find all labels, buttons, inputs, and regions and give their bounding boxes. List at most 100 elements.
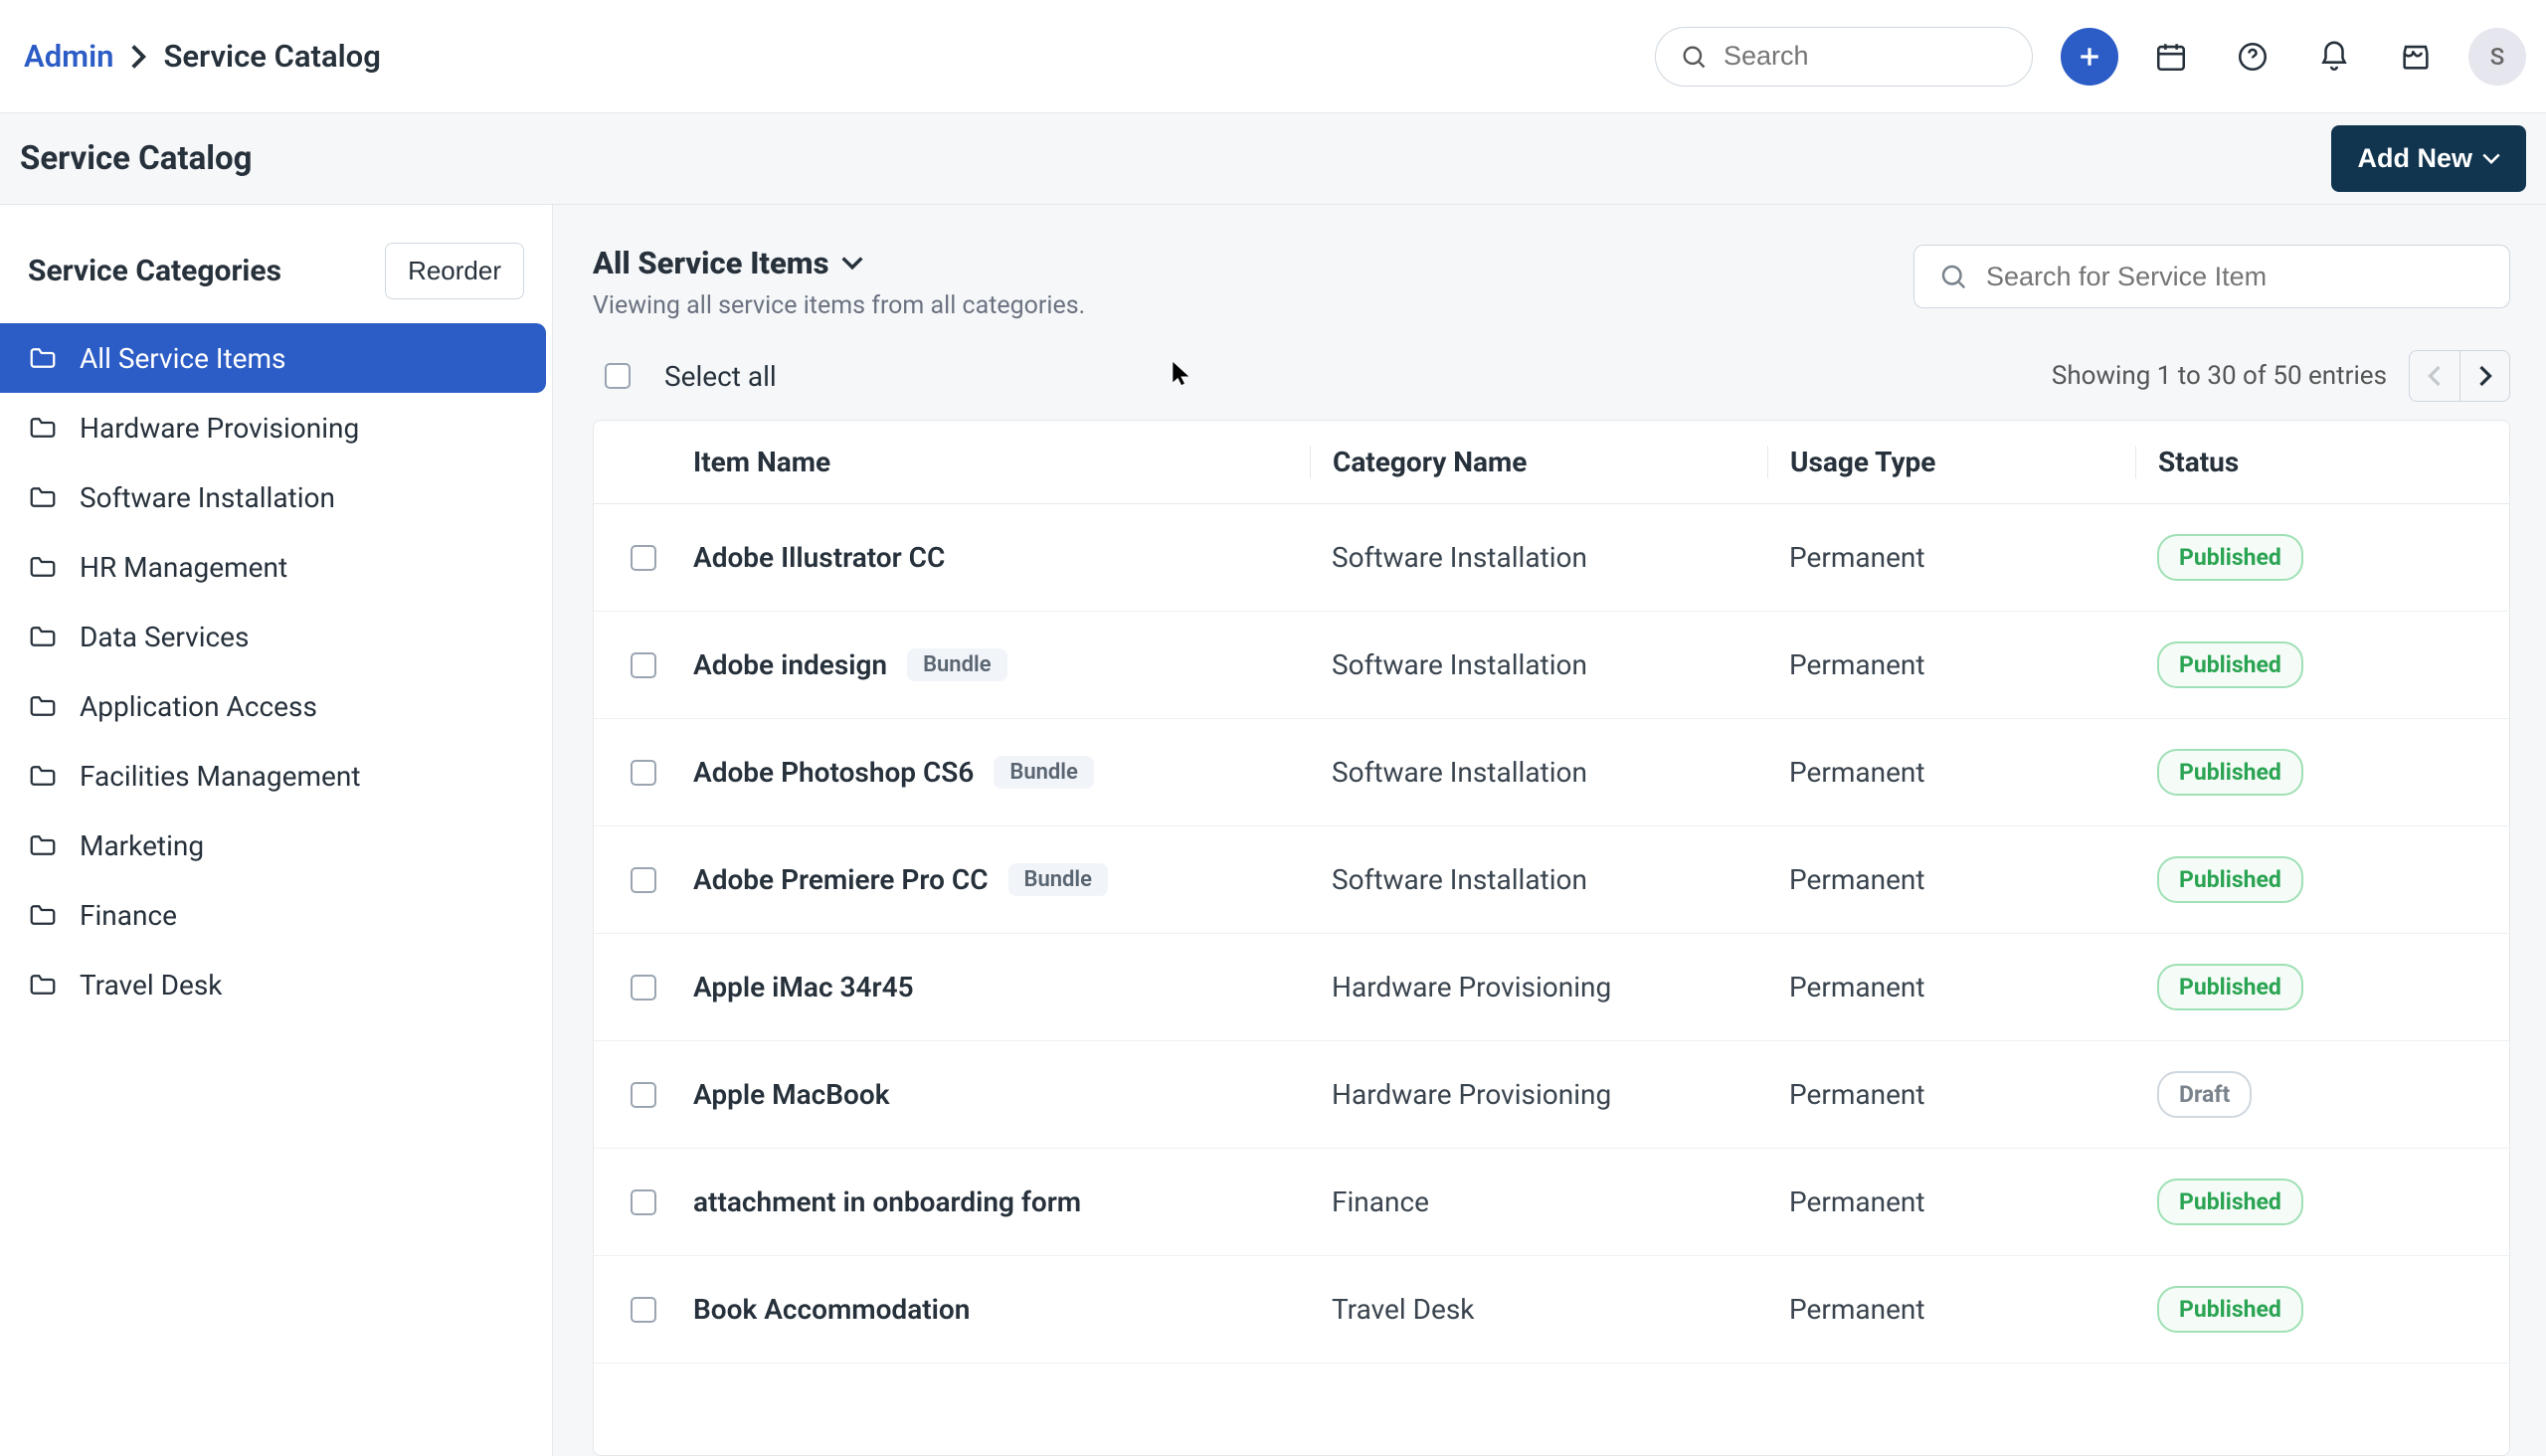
breadcrumb: Admin Service Catalog [24, 38, 381, 75]
table-body: Adobe Illustrator CC Software Installatio… [594, 504, 2509, 1455]
table-header: Item Name Category Name Usage Type Statu… [594, 421, 2509, 504]
row-checkbox[interactable] [631, 1082, 656, 1108]
item-name: Apple MacBook [693, 1078, 890, 1111]
folder-icon [28, 761, 58, 791]
pager-next[interactable] [2459, 351, 2509, 401]
bundle-badge: Bundle [994, 756, 1093, 789]
item-name: Adobe indesign [693, 648, 887, 681]
item-category: Hardware Provisioning [1310, 1078, 1767, 1111]
item-usage: Permanent [1767, 648, 2135, 681]
folder-icon [28, 830, 58, 860]
add-new-button[interactable]: Add New [2331, 125, 2526, 192]
chevron-down-icon [841, 257, 863, 271]
user-avatar[interactable]: S [2468, 28, 2526, 86]
status-badge: Published [2157, 1286, 2303, 1333]
col-header-usage[interactable]: Usage Type [1767, 446, 2135, 478]
item-name: Adobe Premiere Pro CC [693, 863, 989, 896]
sidebar-item[interactable]: Application Access [0, 671, 552, 741]
calendar-icon[interactable] [2142, 28, 2200, 86]
chevron-down-icon [2482, 153, 2500, 165]
table-row[interactable]: Book AccommodationTravel DeskPermanentPu… [594, 1256, 2509, 1364]
row-checkbox[interactable] [631, 1189, 656, 1215]
row-checkbox[interactable] [631, 867, 656, 893]
folder-icon [28, 482, 58, 512]
item-name: Book Accommodation [693, 1293, 970, 1326]
folder-icon [28, 552, 58, 582]
sidebar-heading: Service Categories [28, 254, 281, 288]
table-row[interactable]: Apple MacBook Hardware ProvisioningPerman… [594, 1041, 2509, 1149]
chevron-right-icon [129, 43, 147, 71]
sidebar-item[interactable]: Data Services [0, 602, 552, 671]
bundle-badge: Bundle [907, 648, 1006, 681]
item-search-input[interactable] [1986, 262, 2485, 292]
item-usage: Permanent [1767, 1078, 2135, 1111]
item-category: Software Installation [1310, 863, 1767, 896]
col-header-category[interactable]: Category Name [1310, 446, 1767, 478]
sidebar: Service Categories Reorder All Service I… [0, 205, 553, 1456]
item-search[interactable] [1913, 245, 2510, 308]
reorder-button[interactable]: Reorder [385, 243, 524, 299]
item-usage: Permanent [1767, 971, 2135, 1003]
global-search[interactable] [1655, 27, 2033, 87]
sidebar-item[interactable]: Hardware Provisioning [0, 393, 552, 462]
sidebar-item[interactable]: Travel Desk [0, 950, 552, 1019]
table-row[interactable]: Adobe Illustrator CCSoftware Installatio… [594, 504, 2509, 612]
main-content: All Service Items Viewing all service it… [553, 205, 2546, 1456]
item-category: Software Installation [1310, 756, 1767, 789]
status-badge: Published [2157, 641, 2303, 688]
status-badge: Draft [2157, 1071, 2252, 1118]
item-usage: Permanent [1767, 1293, 2135, 1326]
sidebar-item[interactable]: All Service Items [0, 323, 546, 393]
sidebar-item[interactable]: HR Management [0, 532, 552, 602]
create-button[interactable] [2061, 28, 2118, 86]
table-row[interactable]: Adobe Photoshop CS6BundleSoftware Instal… [594, 719, 2509, 826]
select-all-checkbox[interactable] [605, 363, 631, 389]
status-badge: Published [2157, 856, 2303, 903]
status-badge: Published [2157, 1179, 2303, 1225]
item-name: Apple iMac 34r45 [693, 971, 914, 1003]
bundle-badge: Bundle [1008, 863, 1108, 896]
item-usage: Permanent [1767, 756, 2135, 789]
search-icon [1938, 262, 1968, 291]
page-header: Service Catalog Add New [0, 113, 2546, 205]
col-header-name[interactable]: Item Name [693, 446, 1310, 478]
notifications-icon[interactable] [2305, 28, 2363, 86]
row-checkbox[interactable] [631, 1297, 656, 1323]
sidebar-item[interactable]: Facilities Management [0, 741, 552, 811]
add-new-label: Add New [2357, 143, 2472, 174]
row-checkbox[interactable] [631, 975, 656, 1001]
help-icon[interactable] [2224, 28, 2281, 86]
sidebar-header: Service Categories Reorder [0, 219, 552, 323]
col-header-status[interactable]: Status [2135, 446, 2509, 478]
item-usage: Permanent [1767, 1185, 2135, 1218]
table-row[interactable]: Adobe Premiere Pro CC Bundle Software Inst… [594, 826, 2509, 934]
global-search-input[interactable] [1724, 41, 2008, 72]
sidebar-item-label: Travel Desk [80, 969, 223, 1001]
sidebar-item-label: Data Services [80, 621, 249, 653]
item-name: attachment in onboarding form [693, 1185, 1081, 1218]
sidebar-item-label: Software Installation [80, 481, 335, 514]
sidebar-item-label: HR Management [80, 551, 287, 584]
folder-icon [28, 413, 58, 443]
item-name: Adobe Illustrator CC [693, 541, 945, 574]
items-filter-label: All Service Items [593, 245, 829, 281]
items-filter-dropdown[interactable]: All Service Items [593, 245, 1085, 281]
sidebar-item-label: Marketing [80, 829, 204, 862]
row-checkbox[interactable] [631, 652, 656, 678]
sidebar-item[interactable]: Software Installation [0, 462, 552, 532]
select-all[interactable]: Select all [593, 360, 777, 393]
table-row[interactable]: Apple iMac 34r45Hardware ProvisioningPer… [594, 934, 2509, 1041]
table-row[interactable]: attachment in onboarding formFinancePerm… [594, 1149, 2509, 1256]
sidebar-item[interactable]: Finance [0, 880, 552, 950]
sidebar-item[interactable]: Marketing [0, 811, 552, 880]
pager-prev[interactable] [2410, 351, 2459, 401]
search-icon [1680, 43, 1708, 71]
top-bar: Admin Service Catalog S [0, 0, 2546, 113]
table-row[interactable]: Adobe indesignBundleSoftware Installatio… [594, 612, 2509, 719]
row-checkbox[interactable] [631, 760, 656, 786]
breadcrumb-admin[interactable]: Admin [24, 38, 113, 75]
marketplace-icon[interactable] [2387, 28, 2445, 86]
folder-icon [28, 900, 58, 930]
folder-icon [28, 343, 58, 373]
row-checkbox[interactable] [631, 545, 656, 571]
